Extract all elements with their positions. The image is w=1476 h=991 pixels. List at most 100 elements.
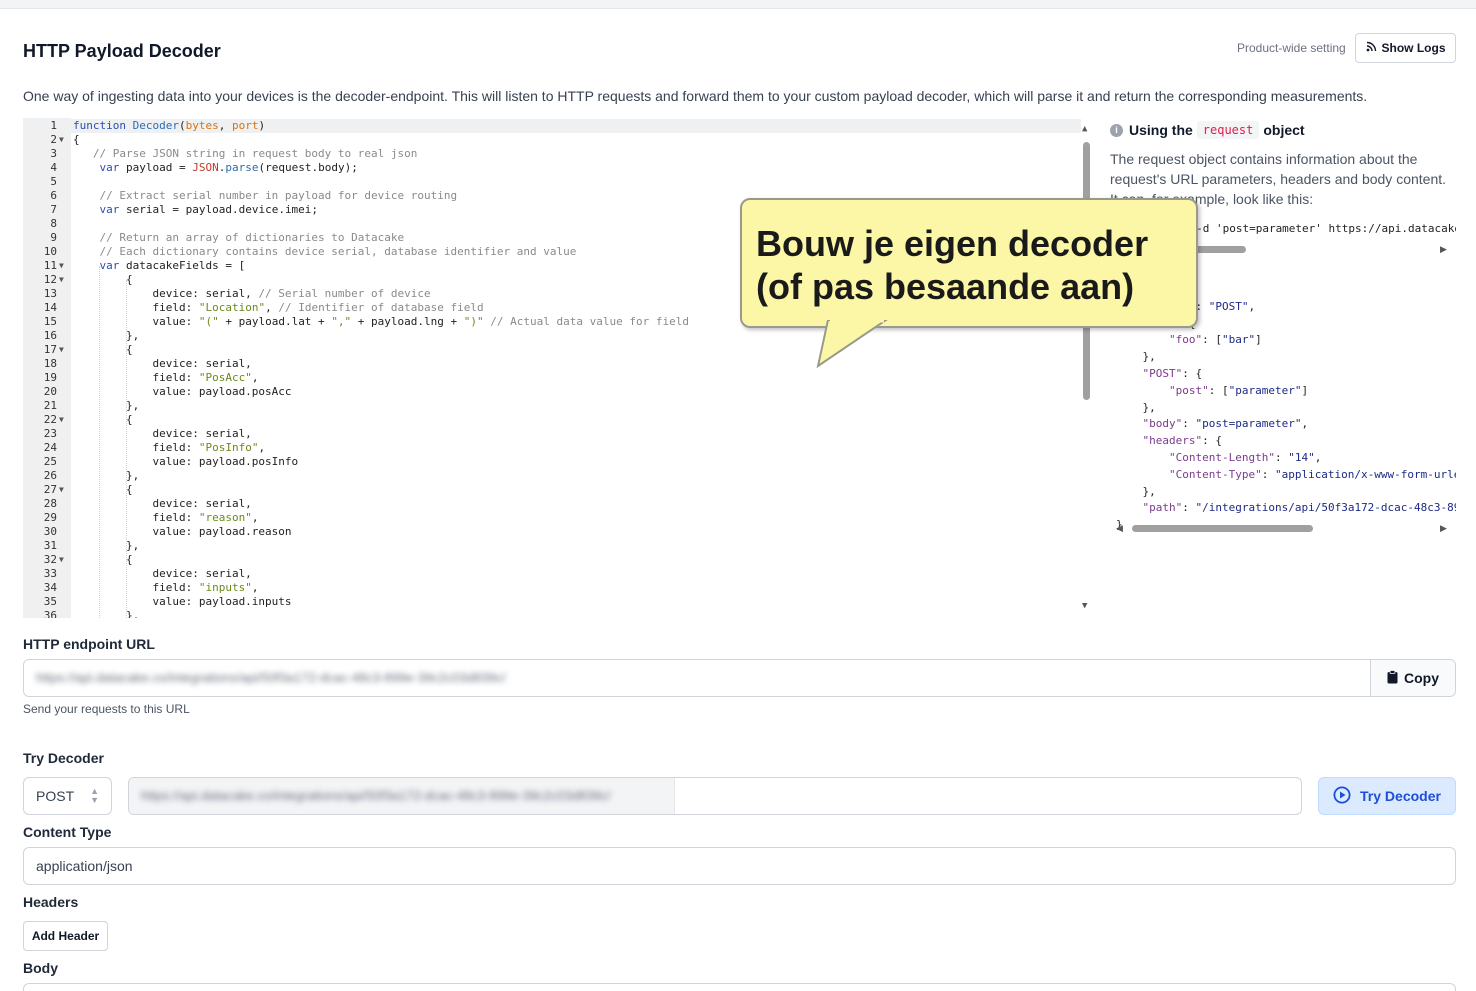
method-select[interactable]: POST ▲ ▼ <box>23 777 112 815</box>
code-line[interactable]: 27 ▼ { <box>23 483 1081 497</box>
callout-text: Bouw je eigen decoder (of pas besaande a… <box>756 223 1149 307</box>
line-number: 35 <box>43 595 57 608</box>
code-line[interactable]: 16 }, <box>23 329 1081 343</box>
code-text: }, <box>73 329 140 342</box>
code-text: { <box>73 553 133 566</box>
fold-arrow-icon[interactable]: ▼ <box>59 273 69 287</box>
line-number: 28 <box>43 497 57 510</box>
code-line[interactable]: 25 value: payload.posInfo <box>23 455 1081 469</box>
code-line[interactable]: 32 ▼ { <box>23 553 1081 567</box>
fold-arrow-icon[interactable]: ▼ <box>59 413 69 427</box>
line-number: 18 <box>43 357 57 370</box>
fold-arrow-icon[interactable]: ▼ <box>59 483 69 497</box>
line-number: 4 <box>50 161 57 174</box>
code-line[interactable]: 28 device: serial, <box>23 497 1081 511</box>
content-type-input[interactable]: application/json <box>23 847 1456 885</box>
json-scroll-thumb[interactable] <box>1132 525 1313 532</box>
copy-button[interactable]: Copy <box>1370 660 1455 696</box>
code-text: // Each dictionary contains device seria… <box>99 245 577 258</box>
code-line[interactable]: 3 // Parse JSON string in request body t… <box>23 147 1081 161</box>
line-number: 25 <box>43 455 57 468</box>
line-number: 13 <box>43 287 57 300</box>
line-number: 1 <box>50 119 57 132</box>
code-text: device: serial, <box>73 567 252 580</box>
try-url-input[interactable]: https://api.datacake.co/integrations/api… <box>128 777 1302 815</box>
line-number: 32 <box>43 553 57 566</box>
code-text: field: "Location", // Identifier of data… <box>73 301 484 314</box>
body-input[interactable] <box>23 983 1456 991</box>
method-value: POST <box>36 788 75 804</box>
help-heading-suffix: object <box>1263 122 1305 138</box>
code-line[interactable]: 20 value: payload.posAcc <box>23 385 1081 399</box>
code-text: // Extract serial number in payload for … <box>99 189 458 202</box>
code-line[interactable]: 36 }, <box>23 609 1081 618</box>
code-line[interactable]: 34 field: "inputs", <box>23 581 1081 595</box>
code-text: field: "PosInfo", <box>73 441 266 454</box>
code-text: value: payload.inputs <box>73 595 292 608</box>
code-line[interactable]: 30 value: payload.reason <box>23 525 1081 539</box>
code-editor[interactable]: ▲ ▼ 1 function Decoder(bytes, port) 2 ▼{3 /… <box>23 118 1095 618</box>
code-text: field: "PosAcc", <box>73 371 259 384</box>
line-number: 15 <box>43 315 57 328</box>
code-line[interactable]: 26 }, <box>23 469 1081 483</box>
line-number: 3 <box>50 147 57 160</box>
line-number: 6 <box>50 189 57 202</box>
show-logs-button[interactable]: Show Logs <box>1355 33 1456 63</box>
fold-arrow-icon[interactable]: ▼ <box>59 553 69 567</box>
scroll-left-arrow-icon[interactable]: ◀ <box>1116 523 1123 534</box>
line-number: 7 <box>50 203 57 216</box>
scroll-down-arrow-icon[interactable]: ▼ <box>1082 601 1087 611</box>
scroll-up-arrow-icon[interactable]: ▲ <box>1082 124 1087 134</box>
code-line[interactable]: 2 ▼ { <box>23 133 1081 147</box>
code-line[interactable]: 29 field: "reason", <box>23 511 1081 525</box>
code-line[interactable]: 23 device: serial, <box>23 427 1081 441</box>
line-number: 19 <box>43 371 57 384</box>
code-line[interactable]: 5 <box>23 175 1081 189</box>
try-decoder-button[interactable]: Try Decoder <box>1318 777 1456 815</box>
code-line[interactable]: 22 ▼ { <box>23 413 1081 427</box>
add-header-button[interactable]: Add Header <box>23 921 108 951</box>
line-number: 21 <box>43 399 57 412</box>
json-horizontal-scrollbar[interactable]: ◀ ▶ <box>1110 523 1456 535</box>
code-line[interactable]: 1 function Decoder(bytes, port) <box>23 119 1081 133</box>
code-line[interactable]: 4 var payload = JSON.parse(request.body)… <box>23 161 1081 175</box>
page-title: HTTP Payload Decoder <box>23 41 221 61</box>
endpoint-hint: Send your requests to this URL <box>23 702 190 716</box>
code-text: device: serial, // Serial number of devi… <box>73 287 431 300</box>
line-number: 5 <box>50 175 57 188</box>
fold-arrow-icon[interactable]: ▼ <box>59 259 69 273</box>
fold-arrow-icon[interactable]: ▼ <box>59 343 69 357</box>
code-text: field: "reason", <box>73 511 259 524</box>
line-number: 12 <box>43 273 57 286</box>
code-line[interactable]: 17 ▼ { <box>23 343 1081 357</box>
help-heading-prefix: Using the <box>1129 122 1193 138</box>
code-line[interactable]: 24 field: "PosInfo", <box>23 441 1081 455</box>
code-text: { <box>73 483 133 496</box>
code-text: device: serial, <box>73 357 252 370</box>
code-line[interactable]: 33 device: serial, <box>23 567 1081 581</box>
scroll-right-arrow-icon[interactable]: ▶ <box>1440 523 1447 534</box>
code-line[interactable]: 31 }, <box>23 539 1081 553</box>
info-icon: i <box>1110 123 1123 137</box>
code-line[interactable]: 21 }, <box>23 399 1081 413</box>
line-number: 30 <box>43 525 57 538</box>
line-number: 14 <box>43 301 57 314</box>
fold-arrow-icon[interactable]: ▼ <box>59 133 69 147</box>
scroll-right-arrow-icon[interactable]: ▶ <box>1440 244 1447 255</box>
line-number: 29 <box>43 511 57 524</box>
rss-icon <box>1366 41 1377 55</box>
code-text: }, <box>73 609 140 618</box>
code-text: // Parse JSON string in request body to … <box>92 147 418 160</box>
code-text: { <box>73 273 133 286</box>
endpoint-url-value: https://api.datacake.co/integrations/api… <box>36 670 506 685</box>
code-line[interactable]: 35 value: payload.inputs <box>23 595 1081 609</box>
code-text: var serial = payload.device.imei; <box>99 203 319 216</box>
code-text: field: "inputs", <box>73 581 259 594</box>
code-line[interactable]: 18 device: serial, <box>23 357 1081 371</box>
page-description: One way of ingesting data into your devi… <box>23 88 1368 104</box>
body-label: Body <box>23 960 58 976</box>
line-number: 36 <box>43 609 57 618</box>
code-line[interactable]: 19 field: "PosAcc", <box>23 371 1081 385</box>
line-number: 9 <box>50 231 57 244</box>
code-text: }, <box>73 469 140 482</box>
